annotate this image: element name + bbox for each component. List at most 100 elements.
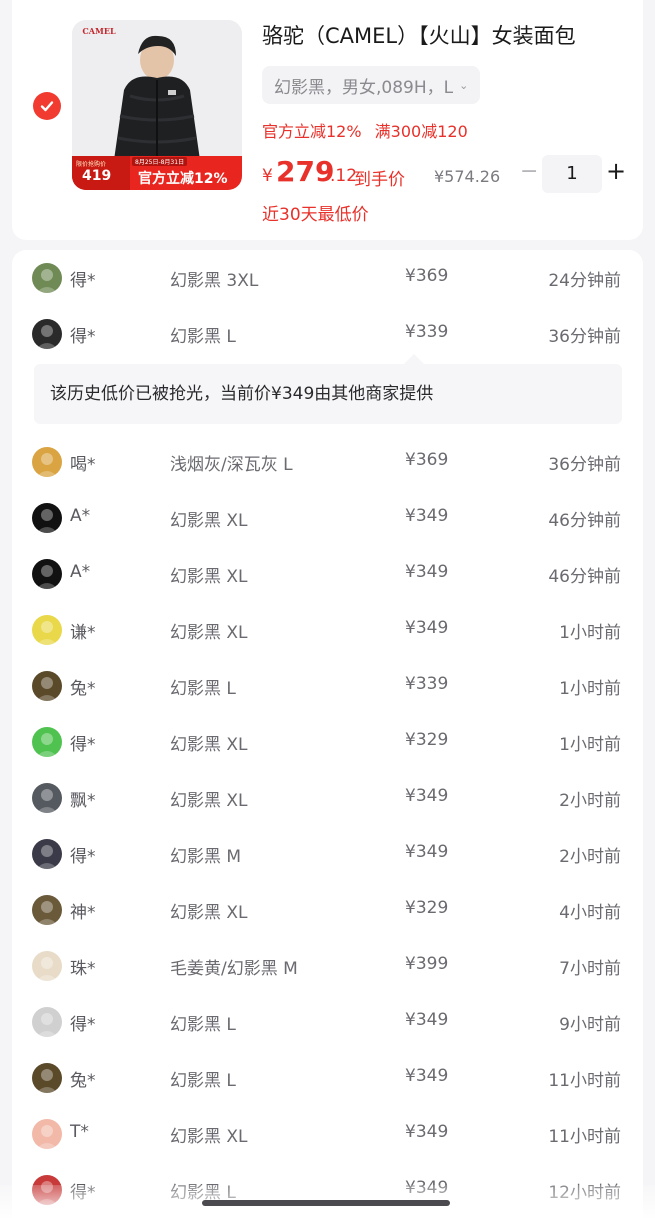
record-price: ¥339 xyxy=(405,674,449,694)
record-price: ¥369 xyxy=(405,266,449,286)
record-user: 飘* xyxy=(70,791,96,811)
avatar[interactable] xyxy=(32,895,62,925)
record-time: 2小时前 xyxy=(559,847,621,867)
avatar[interactable] xyxy=(32,671,62,701)
record-price: ¥399 xyxy=(405,954,449,974)
record-row: 得* 幻影黑 M ¥349 2小时前 xyxy=(12,826,643,882)
record-row: 得* 幻影黑 L ¥349 9小时前 xyxy=(12,994,643,1050)
quantity-input[interactable]: 1 xyxy=(542,155,602,193)
record-user: 兔* xyxy=(70,679,96,699)
record-user: 得* xyxy=(70,327,96,347)
price-currency: ¥ xyxy=(262,166,273,186)
avatar[interactable] xyxy=(32,1007,62,1037)
record-row: 兔* 幻影黑 L ¥349 11小时前 xyxy=(12,1050,643,1106)
record-user: 珠* xyxy=(70,959,96,979)
avatar-face-icon xyxy=(36,269,58,293)
product-thumbnail[interactable]: CAMEL 限价抢购价 419 8月25日-8月31日 官方立减12% xyxy=(72,20,242,190)
selected-check-icon[interactable] xyxy=(33,92,61,120)
avatar[interactable] xyxy=(32,727,62,757)
sku-label: 幻影黑，男女,089H，L xyxy=(274,77,454,98)
avatar[interactable] xyxy=(32,447,62,477)
record-row: 神* 幻影黑 XL ¥329 4小时前 xyxy=(12,882,643,938)
avatar-face-icon xyxy=(36,733,58,757)
record-price: ¥349 xyxy=(405,618,449,638)
avatar[interactable] xyxy=(32,263,62,293)
record-row: 得* 幻影黑 L ¥339 36分钟前 xyxy=(12,306,643,362)
record-user: 喝* xyxy=(70,455,96,475)
promo-text: 官方立减12% xyxy=(138,171,228,187)
record-user: 得* xyxy=(70,847,96,867)
record-user: A* xyxy=(70,506,91,526)
record-time: 9小时前 xyxy=(559,1015,621,1035)
quantity-plus-button[interactable]: + xyxy=(606,157,626,185)
record-price: ¥349 xyxy=(405,786,449,806)
final-price-label: 到手价 xyxy=(354,170,405,190)
avatar-face-icon xyxy=(36,1013,58,1037)
record-spec: 浅烟灰/深瓦灰 L xyxy=(170,455,293,475)
record-time: 11小时前 xyxy=(548,1127,621,1147)
avatar-face-icon xyxy=(36,509,58,533)
avatar-face-icon xyxy=(36,621,58,645)
camel-logo: CAMEL xyxy=(82,26,116,36)
home-indicator[interactable] xyxy=(202,1200,450,1206)
lowest-price-note: 近30天最低价 xyxy=(262,205,369,225)
record-spec: 幻影黑 XL xyxy=(170,903,248,923)
avatar[interactable] xyxy=(32,839,62,869)
record-price: ¥349 xyxy=(405,842,449,862)
avatar[interactable] xyxy=(32,1063,62,1093)
avatar-face-icon xyxy=(36,453,58,477)
avatar[interactable] xyxy=(32,1119,62,1149)
record-time: 1小时前 xyxy=(559,623,621,643)
record-spec: 幻影黑 XL xyxy=(170,1127,248,1147)
record-time: 1小时前 xyxy=(559,679,621,699)
record-time: 2小时前 xyxy=(559,791,621,811)
avatar-face-icon xyxy=(36,789,58,813)
record-row: 得* 幻影黑 XL ¥329 1小时前 xyxy=(12,714,643,770)
record-price: ¥369 xyxy=(405,450,449,470)
avatar[interactable] xyxy=(32,951,62,981)
avatar-face-icon xyxy=(36,845,58,869)
price-row: ¥ 279 .12 到手价 ¥574.26 − 1 + xyxy=(262,155,642,195)
quantity-minus-button[interactable]: − xyxy=(520,159,538,184)
record-user: 得* xyxy=(70,1015,96,1035)
checkmark-icon xyxy=(40,101,54,112)
record-user: 谦* xyxy=(70,623,96,643)
record-spec: 幻影黑 XL xyxy=(170,567,248,587)
discount-tag: 官方立减12% xyxy=(262,122,362,141)
record-spec: 幻影黑 XL xyxy=(170,511,248,531)
record-spec: 毛姜黄/幻影黑 M xyxy=(170,959,298,979)
promo-date-range: 8月25日-8月31日 xyxy=(132,157,188,166)
thumbnail-promo-price: 限价抢购价 419 xyxy=(72,156,130,190)
record-spec: 幻影黑 L xyxy=(170,679,236,699)
record-spec: 幻影黑 L xyxy=(170,1071,236,1091)
record-row: 兔* 幻影黑 L ¥339 1小时前 xyxy=(12,658,643,714)
notice-pointer xyxy=(404,354,424,364)
record-price: ¥329 xyxy=(405,730,449,750)
record-time: 36分钟前 xyxy=(548,455,621,475)
record-time: 4小时前 xyxy=(559,903,621,923)
record-price: ¥339 xyxy=(405,322,449,342)
avatar-face-icon xyxy=(36,957,58,981)
avatar[interactable] xyxy=(32,559,62,589)
record-spec: 幻影黑 L xyxy=(170,1015,236,1035)
record-time: 46分钟前 xyxy=(548,567,621,587)
record-user: T* xyxy=(70,1122,89,1142)
avatar[interactable] xyxy=(32,319,62,349)
record-price: ¥349 xyxy=(405,1066,449,1086)
record-spec: 幻影黑 XL xyxy=(170,623,248,643)
record-user: 神* xyxy=(70,903,96,923)
avatar[interactable] xyxy=(32,503,62,533)
avatar[interactable] xyxy=(32,783,62,813)
record-price: ¥349 xyxy=(405,1010,449,1030)
product-title[interactable]: 骆驼（CAMEL）【火山】女装面包 xyxy=(262,20,632,50)
record-row: A* 幻影黑 XL ¥349 46分钟前 xyxy=(12,490,643,546)
avatar-face-icon xyxy=(36,1125,58,1149)
record-time: 1小时前 xyxy=(559,735,621,755)
record-row: 谦* 幻影黑 XL ¥349 1小时前 xyxy=(12,602,643,658)
price-decimal: .12 xyxy=(330,166,358,186)
discount-tag: 满300减120 xyxy=(374,122,468,141)
avatar[interactable] xyxy=(32,615,62,645)
avatar-face-icon xyxy=(36,901,58,925)
sku-selector[interactable]: 幻影黑，男女,089H，L ⌄ xyxy=(262,66,481,104)
record-spec: 幻影黑 M xyxy=(170,847,242,867)
